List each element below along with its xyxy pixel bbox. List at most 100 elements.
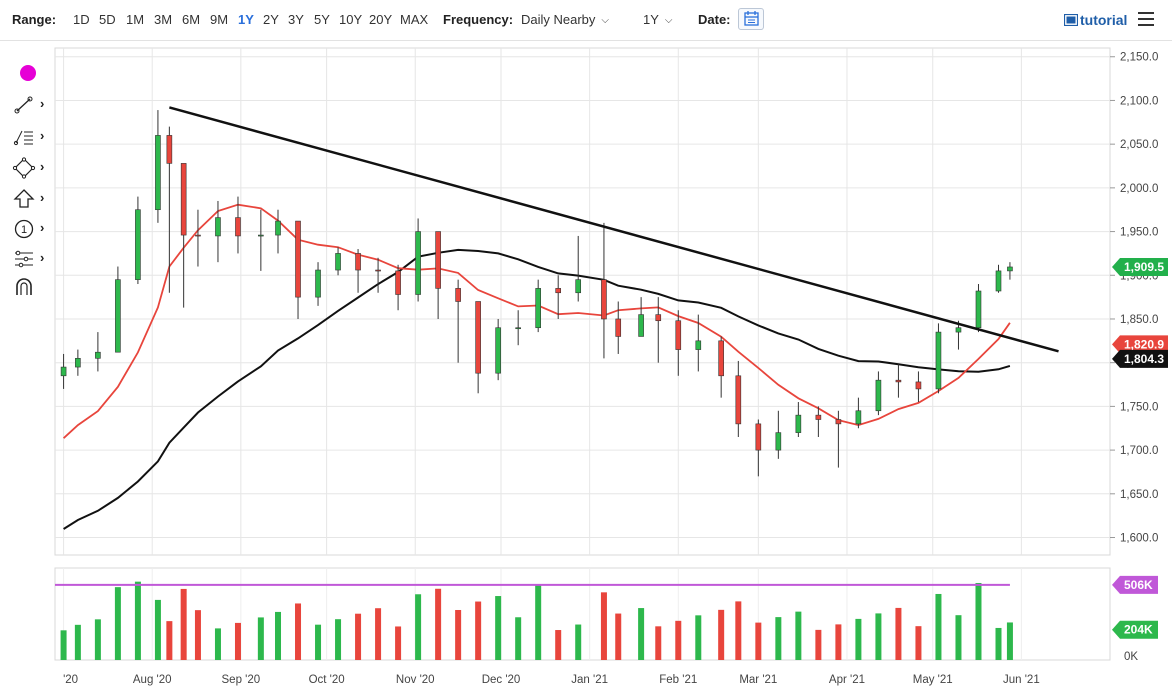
- candle-body: [935, 331, 942, 390]
- arrow-tool[interactable]: ›: [12, 188, 48, 210]
- y-tick-label: 1,600.0: [1120, 533, 1158, 545]
- y-tick-label: 2,050.0: [1120, 139, 1158, 151]
- fibonacci-tool[interactable]: ›: [12, 126, 48, 148]
- shapes-tool[interactable]: ›: [12, 157, 48, 179]
- volume-bar: [935, 593, 942, 660]
- volume-bar: [275, 611, 282, 660]
- x-tick-label: May '21: [913, 674, 953, 686]
- count-tool[interactable]: 1 ›: [12, 218, 48, 240]
- line-tool-icon: [14, 96, 33, 114]
- x-tick-label: Mar '21: [739, 674, 777, 686]
- volume-bar: [495, 596, 502, 660]
- fibonacci-icon: [13, 130, 33, 146]
- candle-body: [215, 217, 221, 237]
- y-tick-label: 2,150.0: [1120, 52, 1158, 64]
- volume-zero-label: 0K: [1124, 651, 1138, 663]
- magnet-tool[interactable]: [12, 276, 48, 298]
- x-tick-label: Oct '20: [309, 674, 345, 686]
- measure-tool[interactable]: ›: [12, 248, 48, 270]
- volume-bar: [535, 585, 542, 660]
- volume-bar: [60, 630, 67, 660]
- volume-bar: [214, 628, 221, 660]
- line-tool[interactable]: ›: [12, 94, 48, 116]
- volume-bar: [435, 588, 442, 660]
- candle-body: [315, 269, 321, 298]
- volume-bar: [395, 626, 402, 660]
- candle-body: [601, 279, 607, 320]
- arrow-icon: [13, 189, 35, 208]
- candle-body: [495, 327, 501, 374]
- candle-body: [115, 279, 121, 353]
- x-tick-label: Apr '21: [829, 674, 865, 686]
- volume-bar: [355, 613, 362, 660]
- volume-bar: [718, 609, 725, 660]
- volume-bar: [194, 610, 201, 660]
- volume-bar: [915, 626, 922, 660]
- chevron-right-icon: ›: [40, 96, 45, 111]
- volume-bar: [795, 611, 802, 660]
- volume-bar: [415, 594, 422, 660]
- candle-body: [60, 366, 67, 377]
- ma50-tag-text: 1,820.9: [1124, 337, 1164, 351]
- volume-bar: [515, 617, 522, 660]
- chevron-right-icon: ›: [40, 159, 45, 174]
- last-price-tag: 1,909.5: [1112, 257, 1168, 276]
- candle-body: [75, 358, 81, 368]
- volume-bar: [154, 599, 161, 660]
- chevron-right-icon: ›: [40, 250, 45, 265]
- candle-body: [235, 217, 241, 237]
- candle-body: [295, 220, 301, 298]
- volume-last-tag: 204K: [1112, 620, 1158, 639]
- y-tick-label: 1,750.0: [1120, 401, 1158, 413]
- y-tick-label: 2,000.0: [1120, 183, 1158, 195]
- x-tick-label: Feb '21: [659, 674, 697, 686]
- chevron-right-icon: ›: [40, 128, 45, 143]
- volume-bar: [180, 588, 187, 660]
- volume-bar: [234, 622, 241, 660]
- candle-body: [515, 327, 521, 330]
- ma200-tag: 1,804.3: [1112, 349, 1168, 368]
- y-tick-label: 1,950.0: [1120, 227, 1158, 239]
- x-tick-label: '20: [63, 674, 78, 686]
- candle-body: [535, 288, 541, 329]
- candle-body: [455, 288, 461, 302]
- x-tick-label: Sep '20: [222, 674, 261, 686]
- volume-bar: [1006, 622, 1013, 660]
- candle-body: [995, 270, 1002, 292]
- ma200-tag-text: 1,804.3: [1124, 352, 1164, 366]
- volume-bar: [455, 609, 462, 660]
- candle-body: [415, 231, 421, 295]
- candle-body: [718, 340, 724, 377]
- candle-body: [915, 381, 922, 390]
- volume-bar: [655, 626, 662, 660]
- candle-body: [135, 209, 141, 280]
- y-tick-label: 1,850.0: [1120, 314, 1158, 326]
- volume-bar: [295, 603, 302, 660]
- candle-body: [675, 320, 682, 350]
- volume-bar: [875, 613, 882, 660]
- drawing-tools: › › › › 1 › ›: [0, 58, 52, 308]
- svg-text:1: 1: [21, 224, 27, 236]
- volume-bar: [74, 624, 81, 660]
- y-tick-label: 1,700.0: [1120, 445, 1158, 457]
- volume-bar: [735, 601, 742, 660]
- candle-body: [655, 314, 662, 322]
- volume-bar: [114, 587, 121, 660]
- magnet-icon: [16, 278, 32, 295]
- candle-body: [180, 163, 187, 236]
- candle-body: [275, 220, 281, 236]
- volume-bar: [134, 581, 141, 660]
- volume-bar: [638, 608, 645, 660]
- price-panel-frame: [54, 47, 1111, 556]
- candle-body: [895, 379, 902, 383]
- candle-body: [166, 135, 173, 164]
- candle-body: [1007, 266, 1013, 272]
- volume-bar: [955, 615, 962, 660]
- candle-body: [395, 270, 401, 295]
- volume-bar: [815, 629, 822, 660]
- candle-body: [855, 410, 862, 425]
- volume-bar: [835, 624, 842, 660]
- candle-body: [258, 234, 264, 237]
- count-icon: 1: [14, 219, 34, 239]
- candle-body: [795, 414, 802, 433]
